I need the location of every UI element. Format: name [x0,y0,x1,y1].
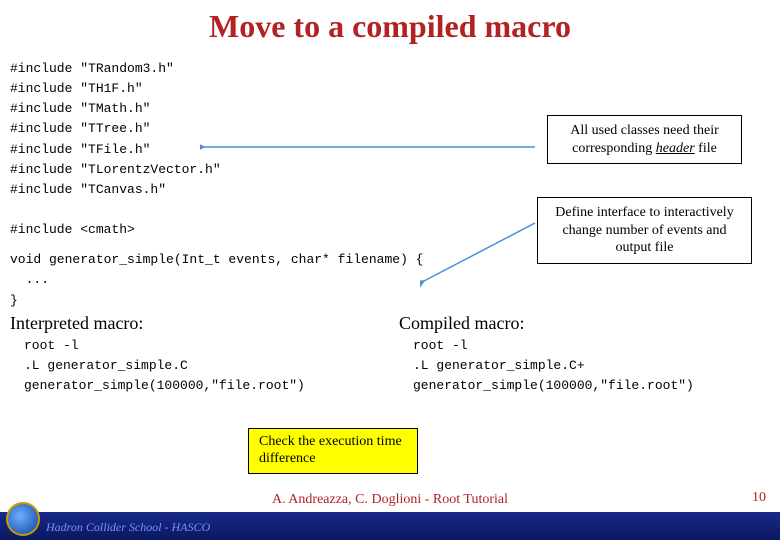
eu-logo [6,502,40,536]
interpreted-code: root -l .L generator_simple.C generator_… [10,336,381,396]
callout-interface: Define interface to interactively change… [537,197,752,264]
arrow-to-interface [420,219,540,287]
credit-line: A. Andreazza, C. Doglioni - Root Tutoria… [0,492,780,508]
interpreted-column: Interpreted macro: root -l .L generator_… [10,313,381,396]
arrow-to-headers [200,141,540,153]
callout-headers: All used classes need their correspondin… [547,115,742,164]
interpreted-heading: Interpreted macro: [10,313,381,334]
compiled-heading: Compiled macro: [399,313,770,334]
footer-text: Hadron Collider School - HASCO [46,520,210,535]
compiled-column: Compiled macro: root -l .L generator_sim… [399,313,770,396]
page-number: 10 [752,490,766,506]
compiled-code: root -l .L generator_simple.C+ generator… [399,336,770,396]
check-time-note: Check the execution time difference [248,428,418,474]
slide-title: Move to a compiled macro [0,0,780,59]
